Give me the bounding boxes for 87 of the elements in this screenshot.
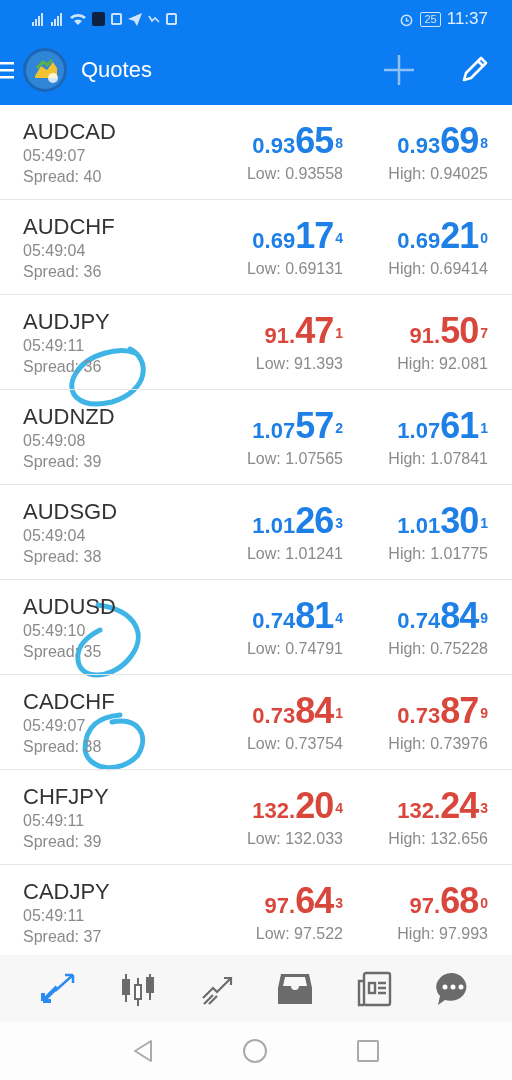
signal-icon bbox=[32, 12, 45, 26]
app-logo-icon bbox=[23, 47, 67, 92]
clock-time: 11:37 bbox=[446, 9, 488, 29]
notification-icon bbox=[111, 13, 122, 25]
low-price: Low: 0.93558 bbox=[246, 163, 343, 184]
ask-price: 0.69210 bbox=[397, 215, 488, 258]
bid-price: 0.93658 bbox=[252, 120, 343, 163]
spread-text: Spread: 38 bbox=[23, 547, 103, 567]
low-price: Low: 0.74791 bbox=[246, 638, 343, 659]
ask-price: 132.243 bbox=[397, 785, 488, 828]
symbol-name: AUDSGD bbox=[23, 499, 119, 525]
add-icon[interactable] bbox=[382, 52, 416, 87]
menu-icon[interactable] bbox=[0, 59, 14, 80]
bid-price: 0.69174 bbox=[252, 215, 343, 258]
spread-text: Spread: 39 bbox=[23, 452, 103, 472]
spread-text: Spread: 37 bbox=[23, 927, 103, 947]
bid-price: 0.73841 bbox=[252, 690, 343, 733]
ask-price: 0.73879 bbox=[397, 690, 488, 733]
quote-time: 05:49:07 bbox=[23, 716, 87, 736]
home-icon[interactable] bbox=[242, 1038, 268, 1064]
quote-row[interactable]: AUDCAD 05:49:07 Spread: 40 0.93658 Low: 0.93558 0.93698 High: 0.94025 bbox=[0, 105, 512, 200]
quote-row[interactable]: AUDNZD 05:49:08 Spread: 39 1.07572 Low: 1.07565 1.07611 High: 1.07841 bbox=[0, 390, 512, 485]
low-price: Low: 1.01241 bbox=[246, 543, 343, 564]
quote-time: 05:49:07 bbox=[23, 146, 87, 166]
low-price: Low: 0.73754 bbox=[246, 733, 343, 754]
quote-row[interactable]: AUDJPY 05:49:11 Spread: 36 91.47 1 Low: 91.393 91.50 7 High: 92.081 bbox=[0, 295, 512, 390]
low-price: Low: 97.522 bbox=[255, 923, 343, 944]
notification-icon bbox=[166, 13, 177, 25]
high-price: High: 1.07841 bbox=[388, 448, 488, 469]
spread-text: Spread: 36 bbox=[23, 262, 103, 282]
app-icon bbox=[92, 12, 105, 26]
symbol-name: AUDUSD bbox=[23, 594, 117, 620]
low-price: Low: 132.033 bbox=[246, 828, 343, 849]
newspaper-icon bbox=[355, 970, 392, 1007]
high-price: High: 0.69414 bbox=[388, 258, 488, 279]
low-price: Low: 1.07565 bbox=[246, 448, 343, 469]
bid-price: 1.07572 bbox=[252, 405, 343, 448]
high-price: High: 97.993 bbox=[397, 923, 488, 944]
quote-time: 05:49:04 bbox=[23, 241, 87, 261]
ask-price: 91.50 7 bbox=[409, 310, 488, 353]
high-price: High: 0.73976 bbox=[388, 733, 488, 754]
high-price: High: 92.081 bbox=[397, 353, 488, 374]
quote-time: 05:49:11 bbox=[23, 906, 86, 926]
high-price: High: 0.75228 bbox=[388, 638, 488, 659]
spread-text: Spread: 39 bbox=[23, 832, 103, 852]
low-price: Low: 0.69131 bbox=[246, 258, 343, 279]
symbol-name: CADJPY bbox=[23, 879, 111, 905]
quote-row[interactable]: AUDCHF 05:49:04 Spread: 36 0.69174 Low: 0.69131 0.69210 High: 0.69414 bbox=[0, 200, 512, 295]
symbol-name: CHFJPY bbox=[23, 784, 110, 810]
quote-time: 05:49:08 bbox=[23, 431, 87, 451]
high-price: High: 132.656 bbox=[388, 828, 488, 849]
bid-price: 97.643 bbox=[264, 880, 343, 923]
high-price: High: 1.01775 bbox=[388, 543, 488, 564]
quote-row[interactable]: AUDSGD 05:49:04 Spread: 38 1.01263 Low: 1.01241 1.0130 1 High: 1.01775 bbox=[0, 485, 512, 580]
wifi-icon bbox=[70, 12, 86, 26]
symbol-name: AUDJPY bbox=[23, 309, 111, 335]
bid-price: 0.74814 bbox=[252, 595, 343, 638]
ask-price: 1.0130 1 bbox=[397, 500, 488, 543]
low-price: Low: 91.393 bbox=[255, 353, 343, 374]
recents-icon[interactable] bbox=[356, 1039, 380, 1063]
ask-price: 0.93698 bbox=[397, 120, 488, 163]
symbol-name: AUDCAD bbox=[23, 119, 117, 145]
signal-icon bbox=[51, 12, 64, 26]
bid-price: 132.204 bbox=[252, 785, 343, 828]
bid-price: 91.47 1 bbox=[264, 310, 343, 353]
symbol-name: AUDCHF bbox=[23, 214, 116, 240]
quote-time: 05:49:10 bbox=[23, 621, 87, 641]
battery-level: 25 bbox=[420, 11, 441, 27]
quote-time: 05:49:11 bbox=[23, 811, 86, 831]
spread-text: Spread: 36 bbox=[23, 357, 103, 377]
screen-title: Quotes bbox=[81, 56, 153, 83]
ask-price: 0.74849 bbox=[397, 595, 488, 638]
inbox-icon bbox=[277, 971, 314, 1006]
wave-icon bbox=[148, 15, 160, 23]
symbol-name: CADCHF bbox=[23, 689, 116, 715]
quote-time: 05:49:11 bbox=[23, 336, 86, 356]
quote-row[interactable]: CHFJPY 05:49:11 Spread: 39 132.204 Low: 132.033 132.243 High: 132.656 bbox=[0, 770, 512, 865]
bid-price: 1.01263 bbox=[252, 500, 343, 543]
ask-price: 97.680 bbox=[409, 880, 488, 923]
quote-time: 05:49:04 bbox=[23, 526, 87, 546]
symbol-name: AUDNZD bbox=[23, 404, 116, 430]
spread-text: Spread: 40 bbox=[23, 167, 103, 187]
high-price: High: 0.94025 bbox=[388, 163, 488, 184]
ask-price: 1.07611 bbox=[397, 405, 488, 448]
back-icon[interactable] bbox=[132, 1039, 154, 1063]
send-icon bbox=[128, 12, 142, 26]
candlestick-icon bbox=[121, 971, 155, 1006]
